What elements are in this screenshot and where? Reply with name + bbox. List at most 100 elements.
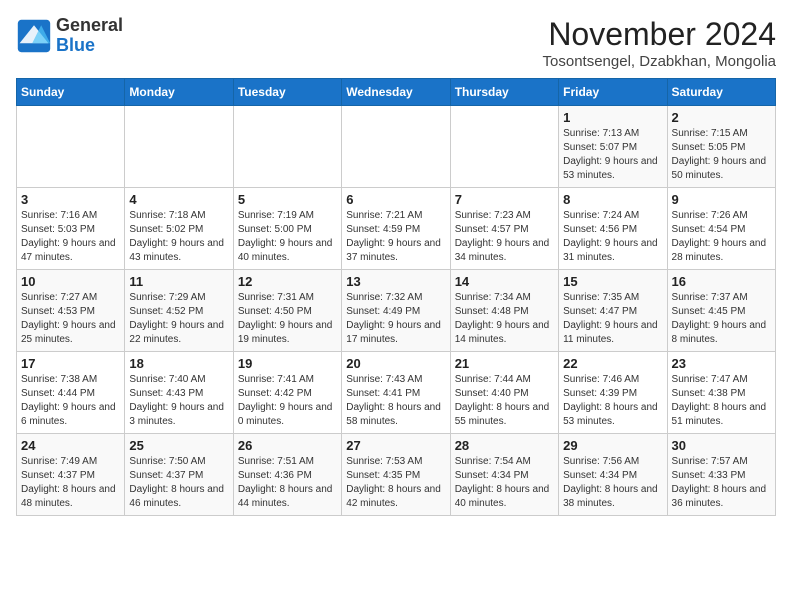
day-cell: 10Sunrise: 7:27 AM Sunset: 4:53 PM Dayli… [17, 270, 125, 352]
day-number: 2 [672, 110, 771, 125]
weekday-header-wednesday: Wednesday [342, 79, 450, 106]
day-info: Sunrise: 7:26 AM Sunset: 4:54 PM Dayligh… [672, 209, 771, 265]
day-cell: 16 Sunrise: 7:37 AM Sunset: 4:45 PM Dayli… [667, 270, 775, 352]
day-cell [233, 106, 341, 188]
day-info: Sunrise: 7:46 AM Sunset: 4:39 PM Dayligh… [563, 373, 662, 429]
day-info: Sunrise: 7:24 AM Sunset: 4:56 PM Dayligh… [563, 209, 662, 265]
day-cell: 11 Sunrise: 7:29 AM Sunset: 4:52 PM Dayli… [125, 270, 233, 352]
day-number: 19 [238, 356, 337, 371]
logo-text: General Blue [56, 16, 123, 56]
day-info: Sunrise: 7:19 AM Sunset: 5:00 PM Dayligh… [238, 209, 337, 265]
day-cell: 4Sunrise: 7:18 AM Sunset: 5:02 PM Daylig… [125, 188, 233, 270]
day-info: Sunrise: 7:40 AM Sunset: 4:43 PM Dayligh… [129, 373, 228, 429]
weekday-header-sunday: Sunday [17, 79, 125, 106]
day-cell: 22 Sunrise: 7:46 AM Sunset: 4:39 PM Dayli… [559, 352, 667, 434]
day-number: 11 [129, 274, 228, 289]
day-cell [450, 106, 558, 188]
day-info: Sunrise: 7:23 AM Sunset: 4:57 PM Dayligh… [455, 209, 554, 265]
day-cell: 23 Sunrise: 7:47 AM Sunset: 4:38 PM Dayli… [667, 352, 775, 434]
day-number: 3 [21, 192, 120, 207]
day-info: Sunrise: 7:43 AM Sunset: 4:41 PM Dayligh… [346, 373, 445, 429]
week-row-2: 3 Sunrise: 7:16 AM Sunset: 5:03 PM Daylig… [17, 188, 776, 270]
day-info: Sunrise: 7:18 AM Sunset: 5:02 PM Dayligh… [129, 209, 228, 265]
header: General Blue November 2024 Tosontsengel,… [16, 16, 776, 70]
week-row-3: 10Sunrise: 7:27 AM Sunset: 4:53 PM Dayli… [17, 270, 776, 352]
weekday-header-friday: Friday [559, 79, 667, 106]
day-info: Sunrise: 7:44 AM Sunset: 4:40 PM Dayligh… [455, 373, 554, 429]
day-number: 6 [346, 192, 445, 207]
day-cell: 13 Sunrise: 7:32 AM Sunset: 4:49 PM Dayli… [342, 270, 450, 352]
day-number: 21 [455, 356, 554, 371]
day-cell: 15 Sunrise: 7:35 AM Sunset: 4:47 PM Dayli… [559, 270, 667, 352]
weekday-header-tuesday: Tuesday [233, 79, 341, 106]
calendar-table: SundayMondayTuesdayWednesdayThursdayFrid… [16, 78, 776, 516]
day-number: 16 [672, 274, 771, 289]
day-info: Sunrise: 7:41 AM Sunset: 4:42 PM Dayligh… [238, 373, 337, 429]
location-title: Tosontsengel, Dzabkhan, Mongolia [543, 53, 776, 70]
day-info: Sunrise: 7:37 AM Sunset: 4:45 PM Dayligh… [672, 291, 771, 347]
day-cell: 8Sunrise: 7:24 AM Sunset: 4:56 PM Daylig… [559, 188, 667, 270]
day-cell: 24Sunrise: 7:49 AM Sunset: 4:37 PM Dayli… [17, 434, 125, 516]
weekday-header-monday: Monday [125, 79, 233, 106]
day-cell: 14 Sunrise: 7:34 AM Sunset: 4:48 PM Dayli… [450, 270, 558, 352]
day-info: Sunrise: 7:54 AM Sunset: 4:34 PM Dayligh… [455, 455, 554, 511]
logo: General Blue [16, 16, 123, 56]
day-number: 20 [346, 356, 445, 371]
day-number: 22 [563, 356, 662, 371]
day-number: 26 [238, 438, 337, 453]
day-info: Sunrise: 7:47 AM Sunset: 4:38 PM Dayligh… [672, 373, 771, 429]
day-cell: 3 Sunrise: 7:16 AM Sunset: 5:03 PM Daylig… [17, 188, 125, 270]
day-info: Sunrise: 7:16 AM Sunset: 5:03 PM Dayligh… [21, 209, 120, 265]
weekday-header-row: SundayMondayTuesdayWednesdayThursdayFrid… [17, 79, 776, 106]
day-number: 25 [129, 438, 228, 453]
day-cell [17, 106, 125, 188]
day-cell: 18Sunrise: 7:40 AM Sunset: 4:43 PM Dayli… [125, 352, 233, 434]
day-cell: 20 Sunrise: 7:43 AM Sunset: 4:41 PM Dayli… [342, 352, 450, 434]
day-cell: 5 Sunrise: 7:19 AM Sunset: 5:00 PM Daylig… [233, 188, 341, 270]
day-cell: 2 Sunrise: 7:15 AM Sunset: 5:05 PM Daylig… [667, 106, 775, 188]
day-cell: 27 Sunrise: 7:53 AM Sunset: 4:35 PM Dayli… [342, 434, 450, 516]
day-info: Sunrise: 7:50 AM Sunset: 4:37 PM Dayligh… [129, 455, 228, 511]
weekday-header-thursday: Thursday [450, 79, 558, 106]
day-number: 1 [563, 110, 662, 125]
day-cell: 25 Sunrise: 7:50 AM Sunset: 4:37 PM Dayli… [125, 434, 233, 516]
day-number: 27 [346, 438, 445, 453]
week-row-4: 17 Sunrise: 7:38 AM Sunset: 4:44 PM Dayli… [17, 352, 776, 434]
day-info: Sunrise: 7:35 AM Sunset: 4:47 PM Dayligh… [563, 291, 662, 347]
day-cell: 30Sunrise: 7:57 AM Sunset: 4:33 PM Dayli… [667, 434, 775, 516]
day-number: 9 [672, 192, 771, 207]
day-info: Sunrise: 7:56 AM Sunset: 4:34 PM Dayligh… [563, 455, 662, 511]
day-info: Sunrise: 7:34 AM Sunset: 4:48 PM Dayligh… [455, 291, 554, 347]
day-info: Sunrise: 7:27 AM Sunset: 4:53 PM Dayligh… [21, 291, 120, 347]
day-cell: 6Sunrise: 7:21 AM Sunset: 4:59 PM Daylig… [342, 188, 450, 270]
day-number: 24 [21, 438, 120, 453]
title-area: November 2024 Tosontsengel, Dzabkhan, Mo… [543, 16, 776, 70]
day-info: Sunrise: 7:38 AM Sunset: 4:44 PM Dayligh… [21, 373, 120, 429]
day-number: 5 [238, 192, 337, 207]
day-number: 17 [21, 356, 120, 371]
weekday-header-saturday: Saturday [667, 79, 775, 106]
week-row-5: 24Sunrise: 7:49 AM Sunset: 4:37 PM Dayli… [17, 434, 776, 516]
day-cell: 19 Sunrise: 7:41 AM Sunset: 4:42 PM Dayli… [233, 352, 341, 434]
day-info: Sunrise: 7:31 AM Sunset: 4:50 PM Dayligh… [238, 291, 337, 347]
day-cell: 12 Sunrise: 7:31 AM Sunset: 4:50 PM Dayli… [233, 270, 341, 352]
day-number: 12 [238, 274, 337, 289]
day-info: Sunrise: 7:53 AM Sunset: 4:35 PM Dayligh… [346, 455, 445, 511]
week-row-1: 1Sunrise: 7:13 AM Sunset: 5:07 PM Daylig… [17, 106, 776, 188]
logo-icon [16, 18, 52, 54]
month-title: November 2024 [543, 16, 776, 53]
day-cell: 29 Sunrise: 7:56 AM Sunset: 4:34 PM Dayli… [559, 434, 667, 516]
day-cell [125, 106, 233, 188]
day-number: 23 [672, 356, 771, 371]
day-cell: 9 Sunrise: 7:26 AM Sunset: 4:54 PM Daylig… [667, 188, 775, 270]
day-number: 13 [346, 274, 445, 289]
day-info: Sunrise: 7:29 AM Sunset: 4:52 PM Dayligh… [129, 291, 228, 347]
day-cell: 26Sunrise: 7:51 AM Sunset: 4:36 PM Dayli… [233, 434, 341, 516]
day-info: Sunrise: 7:15 AM Sunset: 5:05 PM Dayligh… [672, 127, 771, 183]
day-number: 7 [455, 192, 554, 207]
day-info: Sunrise: 7:57 AM Sunset: 4:33 PM Dayligh… [672, 455, 771, 511]
day-info: Sunrise: 7:32 AM Sunset: 4:49 PM Dayligh… [346, 291, 445, 347]
day-number: 15 [563, 274, 662, 289]
day-number: 14 [455, 274, 554, 289]
day-number: 29 [563, 438, 662, 453]
